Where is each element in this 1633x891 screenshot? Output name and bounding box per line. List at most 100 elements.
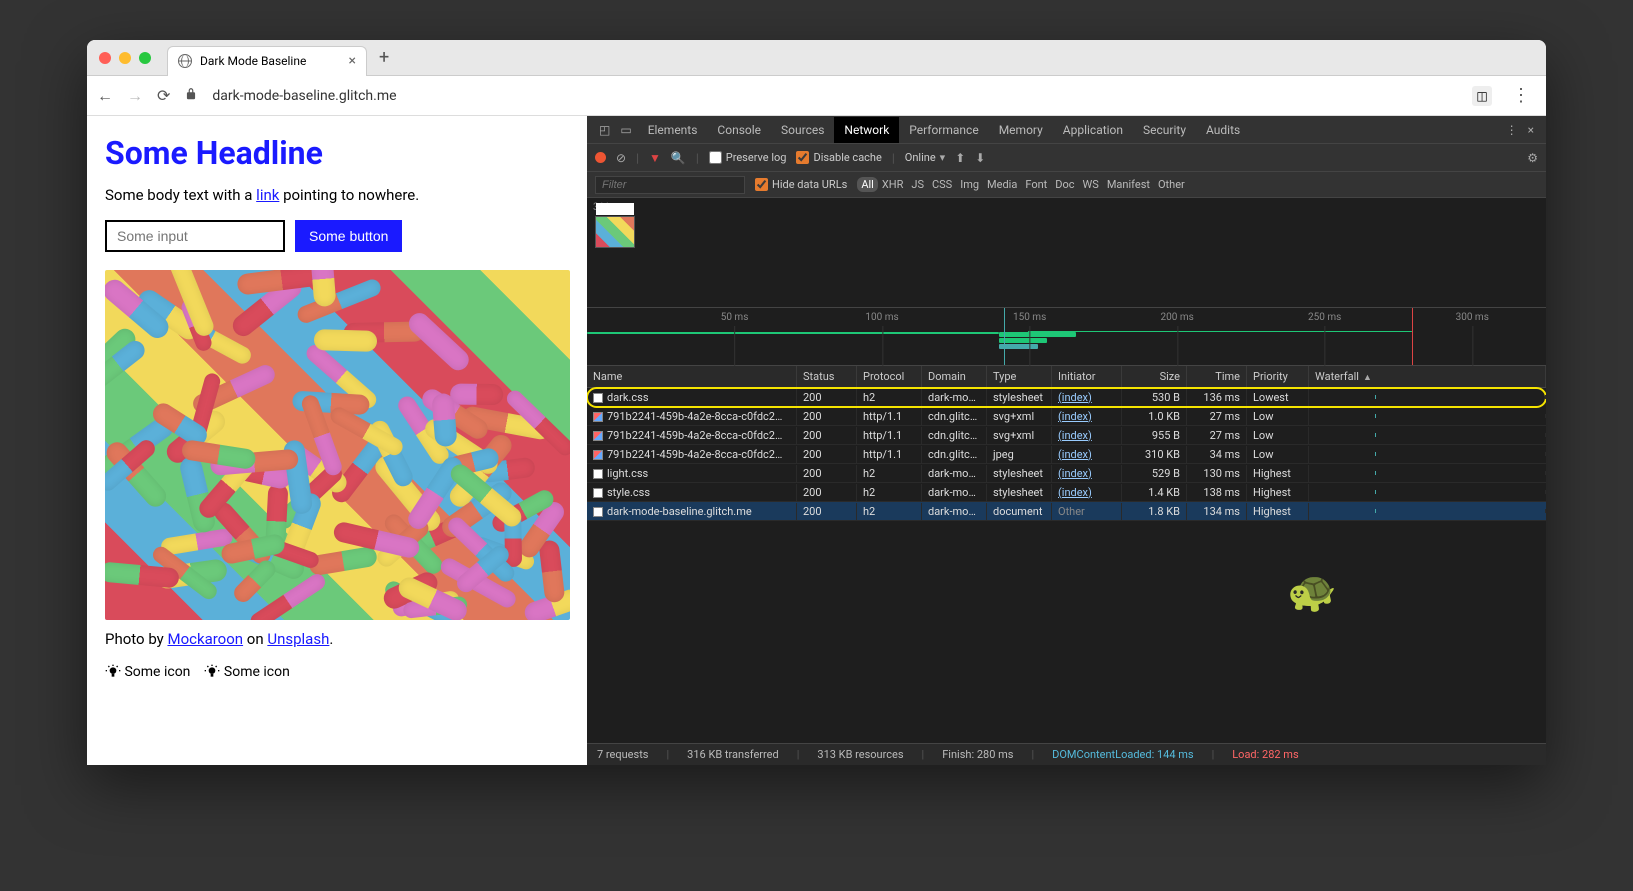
table-row[interactable]: light.css200h2dark-mo…stylesheet(index)5… [587,464,1546,483]
col-name[interactable]: Name [587,366,797,387]
col-initiator[interactable]: Initiator [1052,366,1122,387]
new-tab-button[interactable]: + [379,47,389,68]
devtools-tab-performance[interactable]: Performance [899,117,988,143]
devtools-panel: ◰ ▭ ElementsConsoleSourcesNetworkPerform… [587,116,1546,765]
timeline-tick: 50 ms [721,312,749,323]
search-icon[interactable]: 🔍 [671,151,686,165]
status-resources: 313 KB resources [817,748,903,761]
network-toolbar: ⊘ | ▼ 🔍 | Preserve log Disable cache | O… [587,144,1546,172]
filter-type-css[interactable]: CSS [928,177,956,192]
lock-icon [184,86,198,105]
filter-type-all[interactable]: All [857,177,878,192]
table-row[interactable]: 791b2241-459b-4a2e-8cca-c0fdc2…200http/1… [587,445,1546,464]
browser-menu-button[interactable]: ⋮ [1506,85,1536,106]
devtools-tab-network[interactable]: Network [834,117,899,143]
forward-button[interactable]: → [127,86,143,106]
page-headline: Some Headline [105,134,569,172]
settings-gear-icon[interactable]: ⚙ [1527,151,1538,165]
hide-data-urls-checkbox[interactable]: Hide data URLs [755,178,847,191]
page-content: Some Headline Some body text with a link… [87,116,587,765]
filter-type-xhr[interactable]: XHR [878,177,908,192]
status-bar: 7 requests| 316 KB transferred| 313 KB r… [587,743,1546,765]
col-priority[interactable]: Priority [1247,366,1309,387]
filter-type-doc[interactable]: Doc [1051,177,1078,192]
throttling-select[interactable]: Online▾ [905,151,945,164]
caption-author-link[interactable]: Mockaroon [167,630,243,648]
devtools-tab-application[interactable]: Application [1053,117,1133,143]
devtools-tab-memory[interactable]: Memory [989,117,1053,143]
icon-item-2: Some icon [204,664,289,680]
download-icon[interactable]: ⬇ [975,151,985,165]
filter-type-manifest[interactable]: Manifest [1103,177,1154,192]
close-window-button[interactable] [99,52,111,64]
timeline-tick: 250 ms [1308,312,1341,323]
disable-cache-checkbox[interactable]: Disable cache [796,151,881,164]
clear-button[interactable]: ⊘ [616,151,626,165]
network-table: Name Status Protocol Domain Type Initiat… [587,366,1546,743]
load-marker [1412,308,1413,365]
col-size[interactable]: Size [1122,366,1187,387]
col-waterfall[interactable]: Waterfall▲ [1309,366,1546,387]
preserve-log-checkbox[interactable]: Preserve log [709,151,787,164]
devtools-tab-security[interactable]: Security [1133,117,1196,143]
table-row[interactable]: dark.css200h2dark-mo…stylesheet(index)53… [587,388,1546,407]
filter-input[interactable] [595,176,745,194]
upload-icon[interactable]: ⬆ [955,151,965,165]
devtools-close-button[interactable]: × [1524,119,1538,141]
devtools-tab-console[interactable]: Console [707,117,771,143]
record-button[interactable] [595,152,606,163]
browser-tab[interactable]: Dark Mode Baseline × [167,46,367,76]
filter-bar: Hide data URLs AllXHRJSCSSImgMediaFontDo… [587,172,1546,198]
devtools-tab-elements[interactable]: Elements [638,117,708,143]
maximize-window-button[interactable] [139,52,151,64]
devtools-tab-audits[interactable]: Audits [1196,117,1250,143]
status-transferred: 316 KB transferred [687,748,779,761]
timeline-tick: 300 ms [1456,312,1489,323]
devtools-menu-icon[interactable]: ⋮ [1502,119,1522,141]
timeline-tick: 150 ms [1013,312,1046,323]
extension-icon[interactable]: ◫ [1472,86,1492,106]
photo-caption: Photo by Mockaroon on Unsplash. [105,630,569,648]
minimize-window-button[interactable] [119,52,131,64]
col-type[interactable]: Type [987,366,1052,387]
filter-type-ws[interactable]: WS [1079,177,1103,192]
col-time[interactable]: Time [1187,366,1247,387]
overview-pane[interactable]: 311 ms [587,198,1546,308]
table-row[interactable]: 791b2241-459b-4a2e-8cca-c0fdc2…200http/1… [587,426,1546,445]
table-header: Name Status Protocol Domain Type Initiat… [587,366,1546,388]
filter-type-media[interactable]: Media [983,177,1021,192]
reload-button[interactable]: ⟳ [157,86,170,105]
timeline-bar [587,332,999,334]
timeline-ruler[interactable]: 50 ms 100 ms 150 ms 200 ms 250 ms 300 ms [587,308,1546,366]
filter-type-other[interactable]: Other [1154,177,1189,192]
col-protocol[interactable]: Protocol [857,366,922,387]
col-domain[interactable]: Domain [922,366,987,387]
timeline-tick: 100 ms [865,312,898,323]
table-row[interactable]: 791b2241-459b-4a2e-8cca-c0fdc2…200http/1… [587,407,1546,426]
hero-image [105,270,570,620]
device-icon[interactable]: ▭ [616,119,635,141]
back-button[interactable]: ← [97,86,113,106]
timeline-tick: 200 ms [1161,312,1194,323]
page-body: Some body text with a link pointing to n… [105,186,569,204]
filmstrip-thumbnail [595,216,635,248]
table-row[interactable]: dark-mode-baseline.glitch.me200h2dark-mo… [587,502,1546,521]
devtools-tab-sources[interactable]: Sources [771,117,834,143]
submit-button[interactable]: Some button [295,220,402,252]
tab-title: Dark Mode Baseline [200,54,306,68]
filter-type-font[interactable]: Font [1021,177,1051,192]
bulb-icon [105,664,121,680]
text-input[interactable] [105,220,285,252]
table-row[interactable]: style.css200h2dark-mo…stylesheet(index)1… [587,483,1546,502]
titlebar: Dark Mode Baseline × + [87,40,1546,76]
body-link[interactable]: link [256,186,279,204]
filter-type-js[interactable]: JS [907,177,928,192]
caption-site-link[interactable]: Unsplash [267,630,329,648]
filter-type-img[interactable]: Img [956,177,983,192]
inspect-icon[interactable]: ◰ [595,119,614,141]
filter-toggle-icon[interactable]: ▼ [649,151,661,165]
url-text[interactable]: dark-mode-baseline.glitch.me [212,88,1458,104]
close-tab-button[interactable]: × [349,53,356,69]
status-finish: Finish: 280 ms [942,748,1013,761]
col-status[interactable]: Status [797,366,857,387]
